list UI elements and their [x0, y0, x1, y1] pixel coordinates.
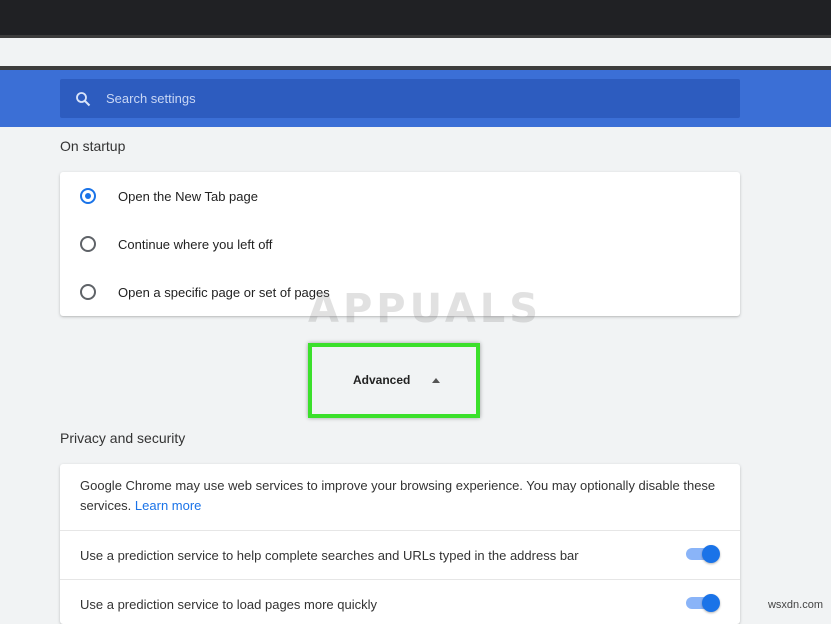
search-input[interactable]: Search settings — [60, 79, 740, 118]
privacy-intro: Google Chrome may use web services to im… — [60, 464, 740, 531]
learn-more-link[interactable]: Learn more — [135, 498, 201, 513]
toggle-switch[interactable] — [686, 594, 720, 612]
startup-option-label: Open a specific page or set of pages — [118, 284, 330, 300]
search-icon — [74, 90, 92, 108]
startup-option-continue[interactable]: Continue where you left off — [60, 220, 740, 268]
site-watermark: wsxdn.com — [767, 599, 823, 611]
radio-button[interactable] — [80, 236, 96, 252]
appuals-watermark: APPUALS — [308, 286, 543, 332]
startup-option-label: Continue where you left off — [118, 236, 273, 252]
advanced-label: Advanced — [353, 373, 411, 387]
on-startup-heading: On startup — [60, 138, 126, 154]
prediction-load-row[interactable]: Use a prediction service to load pages m… — [60, 580, 740, 624]
radio-button[interactable] — [80, 284, 96, 300]
privacy-heading: Privacy and security — [60, 430, 186, 446]
search-placeholder: Search settings — [106, 91, 196, 106]
toggle-label: Use a prediction service to load pages m… — [80, 596, 377, 612]
advanced-button[interactable]: Advanced — [353, 371, 441, 389]
privacy-card: Google Chrome may use web services to im… — [60, 464, 740, 624]
startup-option-label: Open the New Tab page — [118, 188, 258, 204]
toggle-label: Use a prediction service to help complet… — [80, 547, 579, 563]
prediction-search-row[interactable]: Use a prediction service to help complet… — [60, 531, 740, 580]
toggle-knob — [702, 594, 720, 612]
settings-header: Search settings — [0, 70, 831, 127]
startup-option-new-tab[interactable]: Open the New Tab page — [60, 172, 740, 220]
caret-up-icon — [432, 377, 441, 383]
browser-toolbar — [0, 35, 831, 66]
radio-button-checked[interactable] — [80, 188, 96, 204]
browser-top-bar — [0, 0, 831, 35]
toggle-knob — [702, 545, 720, 563]
toggle-switch[interactable] — [686, 545, 720, 563]
